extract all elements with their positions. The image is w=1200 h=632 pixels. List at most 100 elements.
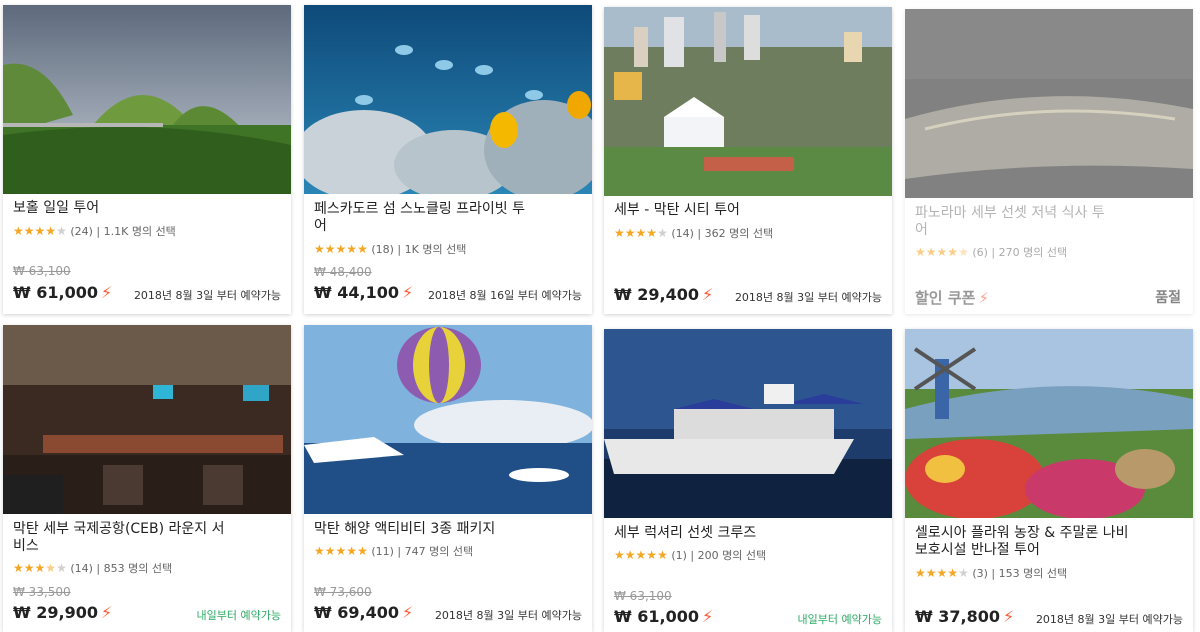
star-icon: ★ [45,224,57,238]
product-image[interactable] [905,329,1193,518]
star-icon: ★ [56,561,67,575]
rating-stars: ★★★★★ [915,566,969,580]
star-icon: ★ [614,548,625,562]
product-image[interactable] [3,5,291,194]
star-icon: ★ [614,226,625,240]
product-title[interactable]: 막탄 해양 액티비티 3종 패키지 [314,521,582,538]
booking-count: 153 명의 선택 [998,567,1068,580]
star-icon: ★ [346,544,358,558]
star-icon: ★ [624,548,636,562]
product-card[interactable]: 막탄 세부 국제공항(CEB) 라운지 서비스 ★★★★★ (14) | 853… [3,325,291,632]
star-icon: ★ [925,566,937,580]
booking-count: 270 명의 선택 [998,246,1068,259]
star-icon: ★ [624,226,636,240]
product-title[interactable]: 파노라마 세부 선셋 저녁 식사 투어 [915,205,1115,239]
sale-price: ₩ 61,000 ⚡ [13,283,112,302]
star-icon: ★ [936,245,948,259]
rating-stars: ★★★★★ [13,561,67,575]
original-price: ₩ 73,600 [314,585,372,599]
product-card[interactable]: 막탄 해양 액티비티 3종 패키지 ★★★★★ (11) | 747 명의 선택… [304,325,592,632]
star-icon: ★ [925,245,937,259]
product-title[interactable]: 세부 - 막탄 시티 투어 [614,202,882,219]
sold-out-badge: 품절 [1155,290,1181,306]
booking-count: 747 명의 선택 [404,545,474,558]
product-card[interactable]: 세부 - 막탄 시티 투어 ★★★★★ (14) | 362 명의 선택 ₩ 2… [604,7,892,314]
rating-stars: ★★★★★ [314,242,368,256]
product-card[interactable]: 셀로시아 플라워 농장 & 주말론 나비 보호시설 반나절 투어 ★★★★★ (… [905,329,1193,632]
booking-count: 853 명의 선택 [103,562,173,575]
product-image[interactable] [604,329,892,518]
star-icon: ★ [13,224,24,238]
instant-confirm-icon: ⚡ [401,283,414,302]
star-icon: ★ [958,566,969,580]
product-image[interactable] [3,325,291,514]
star-icon: ★ [34,224,46,238]
product-card[interactable]: 보홀 일일 투어 ★★★★★ (24) | 1.1K 명의 선택 ₩ 63,10… [3,5,291,314]
rating-stars: ★★★★★ [614,548,668,562]
star-icon: ★ [657,548,668,562]
availability-text: 2018년 8월 3일 부터 예약가능 [133,289,281,302]
review-count: (24) [70,225,93,238]
star-icon: ★ [56,224,67,238]
star-icon: ★ [23,224,35,238]
star-icon: ★ [657,226,668,240]
product-title[interactable]: 막탄 세부 국제공항(CEB) 라운지 서비스 [13,521,233,555]
star-icon: ★ [947,245,959,259]
rating-row: ★★★★★ (18) | 1K 명의 선택 [314,242,467,256]
star-icon: ★ [958,245,969,259]
instant-confirm-icon: ⚡ [100,283,113,302]
price-value: ₩ 61,000 [614,607,699,626]
product-image[interactable] [604,7,892,196]
star-icon: ★ [635,548,647,562]
star-icon: ★ [635,226,647,240]
rating-row: ★★★★★ (3) | 153 명의 선택 [915,566,1068,580]
sale-price: ₩ 29,400 ⚡ [614,285,713,304]
review-count: (3) [972,567,988,580]
availability-text: 2018년 8월 3일 부터 예약가능 [734,291,882,304]
product-card[interactable]: 파노라마 세부 선셋 저녁 식사 투어 ★★★★★ (6) | 270 명의 선… [905,9,1193,314]
star-icon: ★ [936,566,948,580]
discount-coupon-label: 할인 쿠폰 ⚡ [915,287,989,308]
sale-price: ₩ 44,100 ⚡ [314,283,413,302]
price-value: ₩ 61,000 [13,283,98,302]
rating-stars: ★★★★★ [915,245,969,259]
star-icon: ★ [915,245,926,259]
product-title[interactable]: 보홀 일일 투어 [13,200,281,217]
star-icon: ★ [646,226,658,240]
price-value: ₩ 37,800 [915,607,1000,626]
star-icon: ★ [335,242,347,256]
star-icon: ★ [324,544,336,558]
instant-confirm-icon: ⚡ [401,603,414,622]
instant-confirm-icon: ⚡ [100,603,113,622]
product-title[interactable]: 세부 럭셔리 선셋 크루즈 [614,525,882,542]
star-icon: ★ [23,561,35,575]
sale-price: ₩ 29,900 ⚡ [13,603,112,622]
rating-stars: ★★★★★ [314,544,368,558]
product-card[interactable]: 세부 럭셔리 선셋 크루즈 ★★★★★ (1) | 200 명의 선택 ₩ 63… [604,329,892,632]
product-card[interactable]: 페스카도르 섬 스노클링 프라이빗 투어 ★★★★★ (18) | 1K 명의 … [304,5,592,314]
review-count: (14) [70,562,93,575]
star-icon: ★ [13,561,24,575]
product-image[interactable] [905,9,1193,198]
booking-count: 200 명의 선택 [697,549,767,562]
review-count: (18) [371,243,394,256]
review-count: (6) [972,246,988,259]
sale-price: ₩ 37,800 ⚡ [915,607,1014,626]
availability-text: 내일부터 예약가능 [196,609,281,622]
product-title[interactable]: 페스카도르 섬 스노클링 프라이빗 투어 [314,201,534,235]
instant-confirm-icon: ⚡ [978,289,989,307]
product-image[interactable] [304,5,592,194]
rating-row: ★★★★★ (24) | 1.1K 명의 선택 [13,224,176,238]
original-price: ₩ 63,100 [13,264,71,278]
star-icon: ★ [335,544,347,558]
booking-count: 1K 명의 선택 [404,243,467,256]
price-value: ₩ 44,100 [314,283,399,302]
product-image[interactable] [304,325,592,514]
star-icon: ★ [34,561,46,575]
star-icon: ★ [357,544,368,558]
rating-row: ★★★★★ (14) | 362 명의 선택 [614,226,774,240]
star-icon: ★ [314,544,325,558]
instant-confirm-icon: ⚡ [701,607,714,626]
product-title[interactable]: 셀로시아 플라워 농장 & 주말론 나비 보호시설 반나절 투어 [915,525,1135,559]
original-price: ₩ 48,400 [314,265,372,279]
